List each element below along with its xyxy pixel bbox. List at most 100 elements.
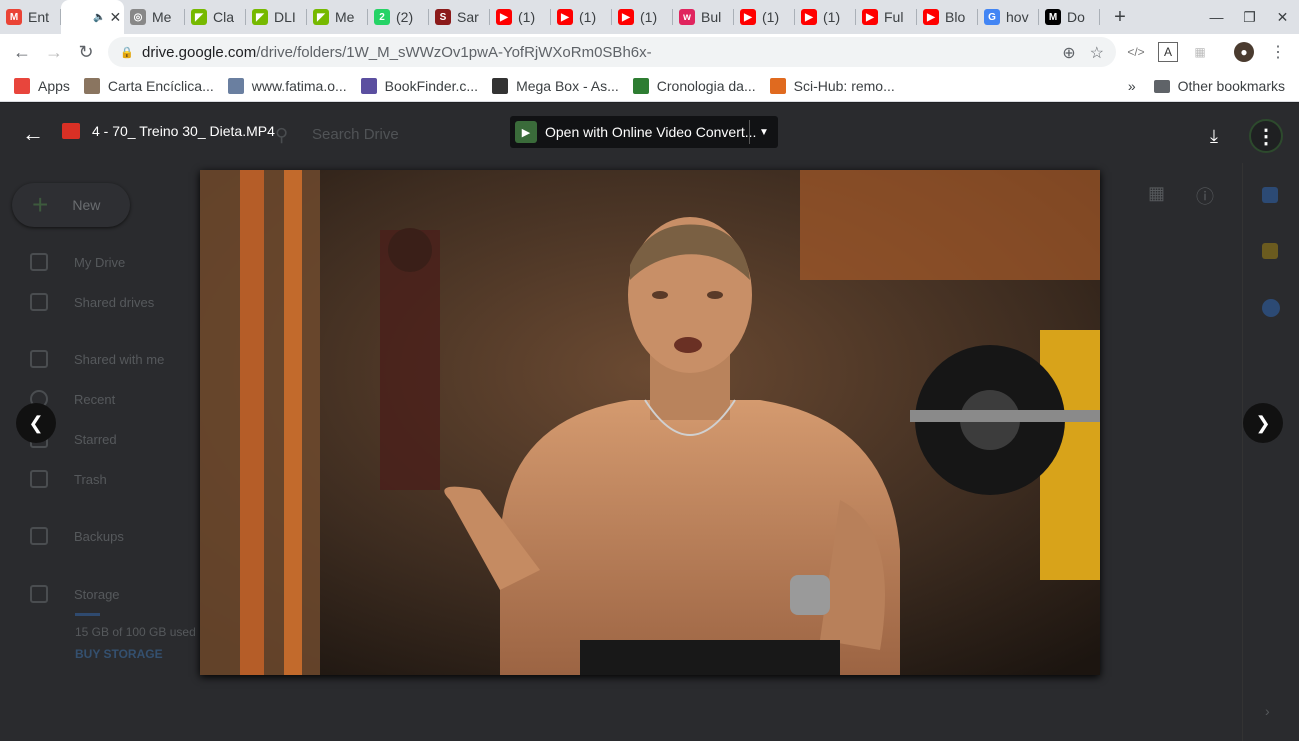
- address-bar[interactable]: 🔒 drive.google.com/drive/folders/1W_M_sW…: [108, 37, 1116, 67]
- download-icon[interactable]: ⤓: [1201, 123, 1227, 149]
- browser-tab[interactable]: ◤ DLI: [246, 0, 307, 34]
- nvidia-icon: ◤: [252, 9, 268, 25]
- lock-icon: 🔒: [120, 47, 134, 59]
- bookmark-item[interactable]: Mega Box - As...: [492, 77, 619, 94]
- browser-tab[interactable]: Ghov: [978, 0, 1039, 34]
- tab-title: (1): [579, 9, 597, 25]
- bookmark-item[interactable]: Sci-Hub: remo...: [769, 77, 895, 94]
- star-bookmark-icon[interactable]: ☆: [1090, 43, 1104, 63]
- buy-storage-link[interactable]: BUY STORAGE: [75, 647, 163, 661]
- trash-icon: [30, 470, 48, 488]
- storage-icon: [30, 585, 48, 603]
- browser-tab[interactable]: ▶ (1): [490, 0, 551, 34]
- close-tab-icon[interactable]: ✕: [109, 9, 121, 26]
- profile-avatar[interactable]: ●: [1234, 42, 1254, 62]
- drive-page: ⚲ Search Drive + New My Drive Shared dri…: [0, 103, 1299, 741]
- font-extension-icon[interactable]: A: [1158, 42, 1178, 62]
- open-with-label: Open with Online Video Convert...: [545, 124, 757, 140]
- grid-extension-icon[interactable]: ▦: [1190, 42, 1210, 62]
- previous-arrow-icon[interactable]: ❮: [16, 403, 56, 443]
- new-tab-button[interactable]: +: [1100, 0, 1140, 34]
- apps-grid-icon: [14, 77, 30, 94]
- bookmark-label: Apps: [38, 77, 70, 94]
- bookmark-item[interactable]: Apps: [14, 77, 70, 94]
- browser-tab[interactable]: M Do: [1039, 0, 1100, 34]
- video-converter-icon: ▶: [515, 121, 537, 143]
- nav-shared-with-me[interactable]: Shared with me: [30, 350, 164, 368]
- devtools-extension-icon[interactable]: </>: [1126, 42, 1146, 62]
- dropdown-caret-icon[interactable]: ▼: [756, 122, 772, 142]
- url-host: drive.google.com: [142, 43, 257, 61]
- storage-bar: [75, 613, 100, 616]
- tab-title: Me: [335, 9, 355, 25]
- youtube-icon: ▶: [801, 9, 817, 25]
- browser-tab[interactable]: ◎ Me: [124, 0, 185, 34]
- nav-trash[interactable]: Trash: [30, 470, 107, 488]
- youtube-icon: ▶: [740, 9, 756, 25]
- browser-tab[interactable]: M Ent: [0, 0, 61, 34]
- nav-label: Shared with me: [74, 351, 165, 367]
- nav-label: Backups: [74, 528, 124, 544]
- back-nav-icon[interactable]: ←: [6, 36, 38, 68]
- divider: [749, 120, 750, 144]
- film-icon: [492, 77, 509, 94]
- url-path: /drive/folders/1W_M_sWWzOv1pwA-YofRjWXoR…: [256, 43, 652, 61]
- video-player[interactable]: [200, 170, 1100, 675]
- grid-view-icon[interactable]: ▦: [1148, 183, 1165, 204]
- minimize-icon[interactable]: —: [1200, 0, 1233, 34]
- forward-nav-icon[interactable]: →: [38, 36, 70, 68]
- browser-tab[interactable]: ▶ (1): [612, 0, 673, 34]
- browser-tab[interactable]: ◤ Me: [307, 0, 368, 34]
- browser-tab[interactable]: w Bul: [673, 0, 734, 34]
- fatima-icon: [227, 77, 244, 94]
- bookmark-label: BookFinder.c...: [384, 77, 479, 94]
- browser-tab[interactable]: S Sar: [429, 0, 490, 34]
- info-icon[interactable]: ⓘ: [1196, 183, 1214, 209]
- audio-playing-icon[interactable]: 🔈: [93, 12, 105, 23]
- nav-my-drive[interactable]: My Drive: [30, 253, 125, 271]
- more-options-icon[interactable]: ⋮: [1249, 119, 1283, 153]
- restore-icon[interactable]: ❐: [1233, 0, 1266, 34]
- expand-panel-chevron-icon[interactable]: ›: [1265, 703, 1270, 719]
- browser-tab[interactable]: 2 (2): [368, 0, 429, 34]
- keep-icon[interactable]: [1262, 243, 1278, 259]
- youtube-icon: ▶: [557, 9, 573, 25]
- browser-menu-icon[interactable]: ⋮: [1268, 42, 1288, 62]
- other-bookmarks[interactable]: Other bookmarks: [1178, 78, 1285, 94]
- browser-tab[interactable]: ▶ (1): [795, 0, 856, 34]
- drive-tab-icon: [67, 9, 83, 25]
- calendar-icon[interactable]: [1262, 187, 1278, 203]
- nav-storage[interactable]: Storage: [30, 585, 120, 603]
- open-with-button[interactable]: ▶ Open with Online Video Convert... ▼: [510, 116, 778, 148]
- bookmark-item[interactable]: Carta Encíclica...: [83, 77, 214, 94]
- bookmark-label: www.fatima.o...: [251, 77, 347, 94]
- browser-tab[interactable]: ▶ (1): [734, 0, 795, 34]
- search-placeholder: Search Drive: [312, 126, 399, 143]
- bowl-icon: ◎: [130, 9, 146, 25]
- file-title-group: 4 - 70_ Treino 30_ Dieta.MP4: [62, 123, 275, 139]
- nav-shared-drives[interactable]: Shared drives: [30, 293, 154, 311]
- tasks-icon[interactable]: [1262, 299, 1280, 317]
- bookmark-item[interactable]: www.fatima.o...: [227, 77, 347, 94]
- browser-tab[interactable]: 2.🔈✕: [61, 0, 124, 34]
- back-arrow-icon[interactable]: ←: [20, 121, 46, 147]
- browser-tab[interactable]: ◤ Cla: [185, 0, 246, 34]
- new-button[interactable]: + New: [12, 183, 130, 227]
- youtube-icon: ▶: [862, 9, 878, 25]
- browser-tab[interactable]: ▶ (1): [551, 0, 612, 34]
- close-window-icon[interactable]: ✕: [1266, 0, 1299, 34]
- browser-tab[interactable]: ▶ Ful: [856, 0, 917, 34]
- reload-icon[interactable]: ↻: [70, 36, 102, 68]
- browser-tab[interactable]: ▶ Blo: [917, 0, 978, 34]
- nav-label: Storage: [74, 586, 120, 602]
- tab-strip: MEnt2.🔈✕◎Me◤Cla◤DLI◤Me2(2)SSar▶(1)▶(1)▶(…: [0, 0, 1299, 34]
- nav-backups[interactable]: Backups: [30, 527, 124, 545]
- bookmark-item[interactable]: BookFinder.c...: [360, 77, 479, 94]
- more-bookmarks-chevron[interactable]: »: [1128, 78, 1136, 94]
- nav-label: My Drive: [74, 254, 126, 270]
- nav-label: Shared drives: [74, 294, 155, 310]
- next-arrow-icon[interactable]: ❯: [1243, 403, 1283, 443]
- bookmark-item[interactable]: Cronologia da...: [632, 77, 756, 94]
- scihub-icon: [769, 77, 786, 94]
- add-icon[interactable]: ⊕: [1062, 43, 1075, 63]
